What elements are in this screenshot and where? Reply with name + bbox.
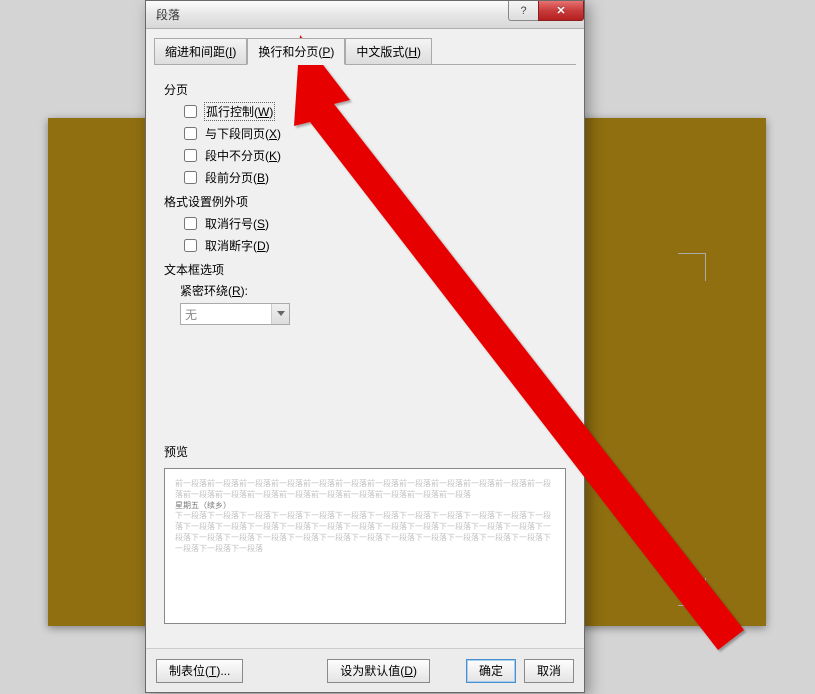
checkbox-page-break-before[interactable]: 段前分页(B) bbox=[180, 168, 566, 187]
dialog-body: 分页 孤行控制(W) 与下段同页(X) 段中不分页(K) 段前分页(B) 格式设… bbox=[154, 64, 576, 648]
section-format-exceptions: 格式设置例外项 bbox=[164, 193, 566, 210]
checkbox-input[interactable] bbox=[184, 171, 197, 184]
preview-sample-text: 星期五（续乡） bbox=[175, 501, 555, 512]
checkbox-label: 取消行号(S) bbox=[205, 215, 269, 232]
tabs-button[interactable]: 制表位(T)... bbox=[156, 659, 243, 683]
preview-before-text: 前一段落前一段落前一段落前一段落前一段落前一段落前一段落前一段落前一段落前一段落… bbox=[175, 479, 555, 501]
checkbox-label: 取消断字(D) bbox=[205, 237, 270, 254]
ok-button[interactable]: 确定 bbox=[466, 659, 516, 683]
select-value: 无 bbox=[185, 306, 197, 323]
checkbox-input[interactable] bbox=[184, 105, 197, 118]
checkbox-label: 孤行控制(W) bbox=[205, 103, 274, 120]
dialog-title: 段落 bbox=[156, 6, 180, 23]
dialog-button-bar: 制表位(T)... 设为默认值(D) 确定 取消 bbox=[146, 648, 584, 692]
preview-after-text: 下一段落下一段落下一段落下一段落下一段落下一段落下一段落下一段落下一段落下一段落… bbox=[175, 511, 555, 554]
tab-indent-spacing[interactable]: 缩进和间距(I) bbox=[154, 38, 247, 65]
dialog-titlebar[interactable]: 段落 ? ✕ bbox=[146, 1, 584, 29]
preview-box: 前一段落前一段落前一段落前一段落前一段落前一段落前一段落前一段落前一段落前一段落… bbox=[164, 468, 566, 624]
tab-line-page-breaks[interactable]: 换行和分页(P) bbox=[247, 38, 345, 65]
checkbox-input[interactable] bbox=[184, 217, 197, 230]
checkbox-keep-with-next[interactable]: 与下段同页(X) bbox=[180, 124, 566, 143]
crop-mark-top-right bbox=[678, 253, 706, 281]
checkbox-widow-control[interactable]: 孤行控制(W) bbox=[180, 102, 566, 121]
section-preview: 预览 bbox=[164, 443, 566, 460]
tab-label: 缩进和间距(I) bbox=[165, 45, 236, 59]
tab-strip: 缩进和间距(I) 换行和分页(P) 中文版式(H) bbox=[146, 29, 584, 64]
close-button[interactable]: ✕ bbox=[538, 1, 584, 21]
checkbox-suppress-line-numbers[interactable]: 取消行号(S) bbox=[180, 214, 566, 233]
checkbox-label: 与下段同页(X) bbox=[205, 125, 281, 142]
section-pagination: 分页 bbox=[164, 81, 566, 98]
cancel-button[interactable]: 取消 bbox=[524, 659, 574, 683]
help-button[interactable]: ? bbox=[508, 1, 538, 21]
paragraph-dialog: 段落 ? ✕ 缩进和间距(I) 换行和分页(P) 中文版式(H) 分页 孤行控制… bbox=[145, 0, 585, 693]
tight-wrap-select[interactable]: 无 bbox=[180, 303, 290, 325]
checkbox-label: 段中不分页(K) bbox=[205, 147, 281, 164]
checkbox-label: 段前分页(B) bbox=[205, 169, 269, 186]
tab-label: 中文版式(H) bbox=[356, 45, 421, 59]
tab-chinese-typography[interactable]: 中文版式(H) bbox=[345, 38, 432, 65]
checkbox-input[interactable] bbox=[184, 149, 197, 162]
chevron-down-icon[interactable] bbox=[271, 304, 289, 324]
checkbox-no-hyphenation[interactable]: 取消断字(D) bbox=[180, 236, 566, 255]
tab-label: 换行和分页(P) bbox=[258, 45, 334, 59]
crop-mark-bottom-right bbox=[678, 578, 706, 606]
checkbox-input[interactable] bbox=[184, 239, 197, 252]
tight-wrap-label: 紧密环绕(R): bbox=[180, 282, 566, 299]
section-textbox-options: 文本框选项 bbox=[164, 261, 566, 278]
checkbox-keep-lines-together[interactable]: 段中不分页(K) bbox=[180, 146, 566, 165]
set-default-button[interactable]: 设为默认值(D) bbox=[327, 659, 430, 683]
checkbox-input[interactable] bbox=[184, 127, 197, 140]
